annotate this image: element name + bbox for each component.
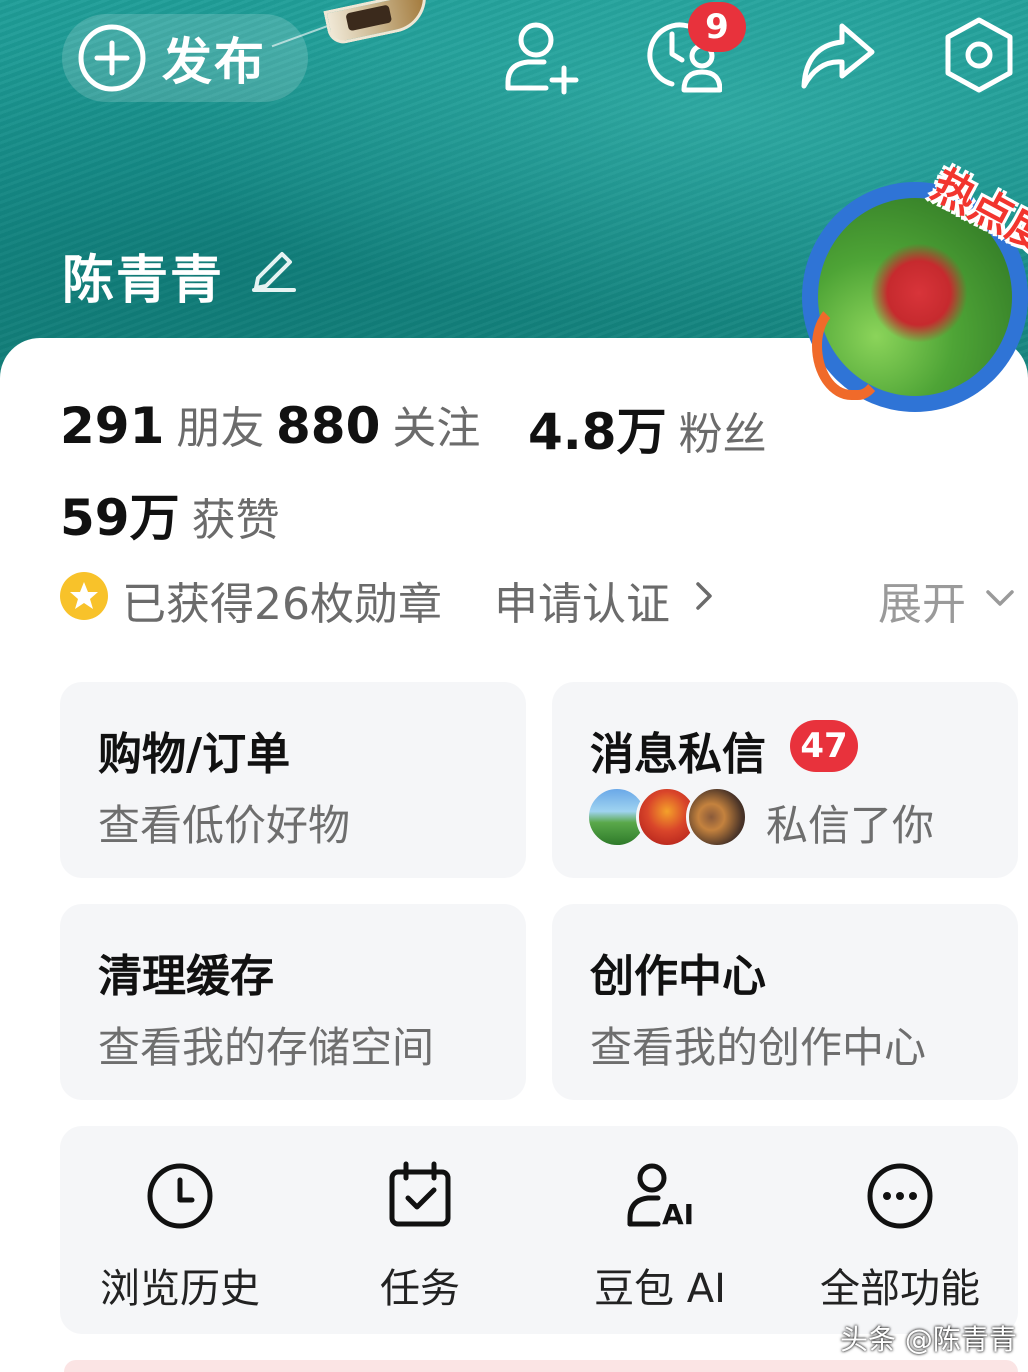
plus-circle-icon xyxy=(78,24,146,92)
likes-count: 59万 xyxy=(60,489,180,547)
tools-grid: 浏览历史 任务 AI 豆包 AI 全部功能 xyxy=(60,1126,1018,1334)
fans-label: 粉丝 xyxy=(678,409,767,460)
tool-tasks[interactable]: 任务 xyxy=(300,1126,540,1334)
apply-verification-link[interactable]: 申请认证 xyxy=(494,568,670,632)
sender-avatar xyxy=(686,786,748,848)
card-subtitle: 查看我的存储空间 xyxy=(98,1023,435,1072)
friends-count: 291 xyxy=(60,397,165,455)
card-subtitle: 查看我的创作中心 xyxy=(590,1023,927,1072)
tool-all-features[interactable]: 全部功能 xyxy=(780,1126,1020,1334)
card-subtitle: 私信了你 xyxy=(766,801,935,850)
add-friend-button[interactable] xyxy=(498,12,584,98)
svg-text:AI: AI xyxy=(662,1198,694,1231)
add-user-icon xyxy=(505,22,579,95)
tool-label: 任务 xyxy=(380,1266,460,1312)
more-dots-icon xyxy=(867,1163,933,1229)
medals-link[interactable]: 已获得26枚勋章 xyxy=(122,568,442,632)
notification-badge: 9 xyxy=(688,2,746,52)
publish-button[interactable]: 发布 xyxy=(62,14,308,102)
card-title: 购物/订单 xyxy=(98,729,291,780)
share-button[interactable] xyxy=(794,12,880,98)
tool-label: 浏览历史 xyxy=(100,1266,260,1312)
tool-browse-history[interactable]: 浏览历史 xyxy=(60,1126,300,1334)
next-section-edge xyxy=(64,1360,1018,1372)
messages-card[interactable]: 消息私信 47 私信了你 xyxy=(552,682,1018,878)
watermark: 头条 @陈青青 xyxy=(840,1323,1017,1356)
following-count: 880 xyxy=(276,397,381,455)
tool-label: 全部功能 xyxy=(820,1266,980,1312)
card-title: 创作中心 xyxy=(590,951,766,1002)
chevron-right-icon xyxy=(696,582,712,610)
fans-stat[interactable]: 4.8万 粉丝 xyxy=(528,392,767,464)
chevron-down-icon xyxy=(986,590,1014,606)
card-title: 消息私信 xyxy=(590,729,766,780)
expand-button[interactable]: 展开 xyxy=(878,568,966,632)
calendar-check-icon xyxy=(389,1161,451,1227)
medal-star-icon xyxy=(60,572,108,620)
tool-label: 豆包 AI xyxy=(594,1266,726,1312)
following-label: 关注 xyxy=(392,403,481,454)
settings-hexagon-icon xyxy=(945,17,1013,93)
publish-label: 发布 xyxy=(162,33,266,91)
friends-label: 朋友 xyxy=(176,403,265,454)
creator-center-card[interactable]: 创作中心 查看我的创作中心 xyxy=(552,904,1018,1100)
edit-pencil-icon[interactable] xyxy=(248,244,300,296)
card-subtitle: 查看低价好物 xyxy=(98,801,351,850)
following-stat[interactable]: 880 关注 xyxy=(276,392,480,456)
settings-button[interactable] xyxy=(936,12,1022,98)
likes-stat[interactable]: 59万 获赞 xyxy=(60,478,280,550)
boat-image xyxy=(323,0,433,47)
clear-cache-card[interactable]: 清理缓存 查看我的存储空间 xyxy=(60,904,526,1100)
username: 陈青青 xyxy=(62,251,225,311)
unread-messages-badge: 47 xyxy=(790,720,858,772)
medal-row: 已获得26枚勋章 申请认证 展开 xyxy=(60,566,1020,630)
friends-stat[interactable]: 291 朋友 xyxy=(60,392,264,456)
card-title: 清理缓存 xyxy=(98,951,274,1002)
tool-doubao-ai[interactable]: AI 豆包 AI xyxy=(540,1126,780,1334)
person-ai-icon: AI xyxy=(627,1163,694,1231)
likes-label: 获赞 xyxy=(191,495,280,546)
shopping-orders-card[interactable]: 购物/订单 查看低价好物 xyxy=(60,682,526,878)
share-arrow-icon xyxy=(801,23,875,89)
fans-count: 4.8万 xyxy=(528,403,667,461)
clock-icon xyxy=(147,1163,213,1229)
